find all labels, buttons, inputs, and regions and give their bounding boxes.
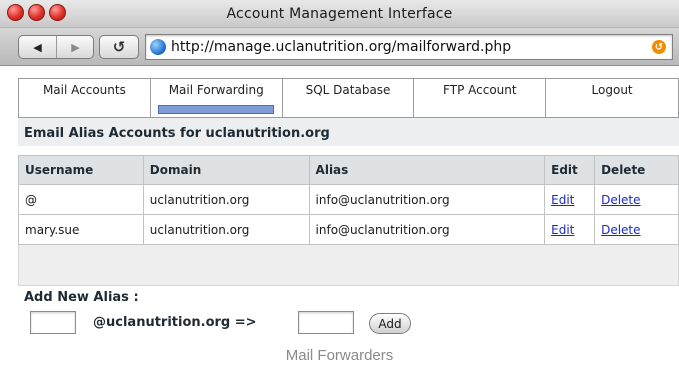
nav-item-logout[interactable]: Logout	[545, 78, 679, 118]
browser-toolbar: ◀ ▶ ↺ http://manage.uclanutrition.org/ma…	[0, 28, 679, 66]
back-arrow-icon: ◀	[33, 40, 42, 54]
globe-icon	[150, 39, 166, 55]
alias-username-input[interactable]	[30, 311, 76, 334]
nav-label: SQL Database	[305, 83, 391, 97]
back-button[interactable]: ◀	[19, 36, 56, 58]
delete-cell: Delete	[594, 214, 679, 245]
edit-cell: Edit	[544, 184, 596, 215]
alias-cell: info@uclanutrition.org	[308, 184, 546, 215]
nav-label: Logout	[591, 83, 633, 97]
domain-cell: uclanutrition.org	[142, 214, 310, 245]
table-row: @ uclanutrition.org info@uclanutrition.o…	[18, 184, 679, 215]
back-forward-group: ◀ ▶	[18, 35, 94, 59]
table-header-row: Username Domain Alias Edit Delete	[18, 155, 679, 185]
domain-cell: uclanutrition.org	[142, 184, 310, 215]
username-cell: @	[18, 184, 144, 215]
section-header: Email Alias Accounts for uclanutrition.o…	[18, 118, 679, 146]
nav-label: Mail Forwarding	[168, 83, 264, 97]
forward-arrow-icon: ▶	[71, 40, 80, 54]
domain-suffix-label: @uclanutrition.org =>	[93, 315, 257, 330]
add-alias-button[interactable]: Add	[369, 313, 411, 334]
active-tab-indicator	[158, 105, 274, 114]
column-header: Delete	[594, 155, 679, 185]
table-footer-area	[18, 245, 679, 286]
column-header: Domain	[142, 155, 310, 185]
forward-button[interactable]: ▶	[57, 36, 94, 58]
nav-item-sql-database[interactable]: SQL Database	[281, 78, 415, 118]
window-titlebar: Account Management Interface	[0, 0, 679, 28]
column-header: Edit	[544, 155, 596, 185]
snapback-icon[interactable]: ↺	[652, 40, 666, 54]
address-bar[interactable]: http://manage.uclanutrition.org/mailforw…	[145, 34, 673, 60]
delete-link[interactable]: Delete	[601, 223, 640, 237]
figure-caption: Mail Forwarders	[285, 347, 394, 364]
alias-cell: info@uclanutrition.org	[308, 214, 546, 245]
nav-item-ftp-account[interactable]: FTP Account	[413, 78, 547, 118]
delete-link[interactable]: Delete	[601, 193, 640, 207]
column-header: Username	[18, 155, 144, 185]
nav-item-mail-accounts[interactable]: Mail Accounts	[18, 78, 151, 118]
add-alias-title: Add New Alias :	[24, 290, 139, 305]
reload-button[interactable]: ↺	[99, 35, 139, 59]
reload-icon: ↺	[112, 38, 126, 56]
section-title: Email Alias Accounts for uclanutrition.o…	[24, 126, 330, 141]
delete-cell: Delete	[594, 184, 679, 215]
forward-target-input[interactable]	[298, 311, 354, 334]
nav-label: Mail Accounts	[42, 83, 126, 97]
url-text: http://manage.uclanutrition.org/mailforw…	[171, 39, 512, 55]
edit-link[interactable]: Edit	[551, 193, 574, 207]
edit-cell: Edit	[544, 214, 596, 245]
alias-table: Username Domain Alias Edit Delete @ ucla…	[18, 155, 679, 245]
window-title: Account Management Interface	[226, 6, 453, 22]
nav-label: FTP Account	[443, 83, 517, 97]
table-row: mary.sue uclanutrition.org info@uclanutr…	[18, 214, 679, 245]
edit-link[interactable]: Edit	[551, 223, 574, 237]
main-nav: Mail Accounts Mail Forwarding SQL Databa…	[18, 78, 679, 118]
column-header: Alias	[308, 155, 546, 185]
username-cell: mary.sue	[18, 214, 144, 245]
